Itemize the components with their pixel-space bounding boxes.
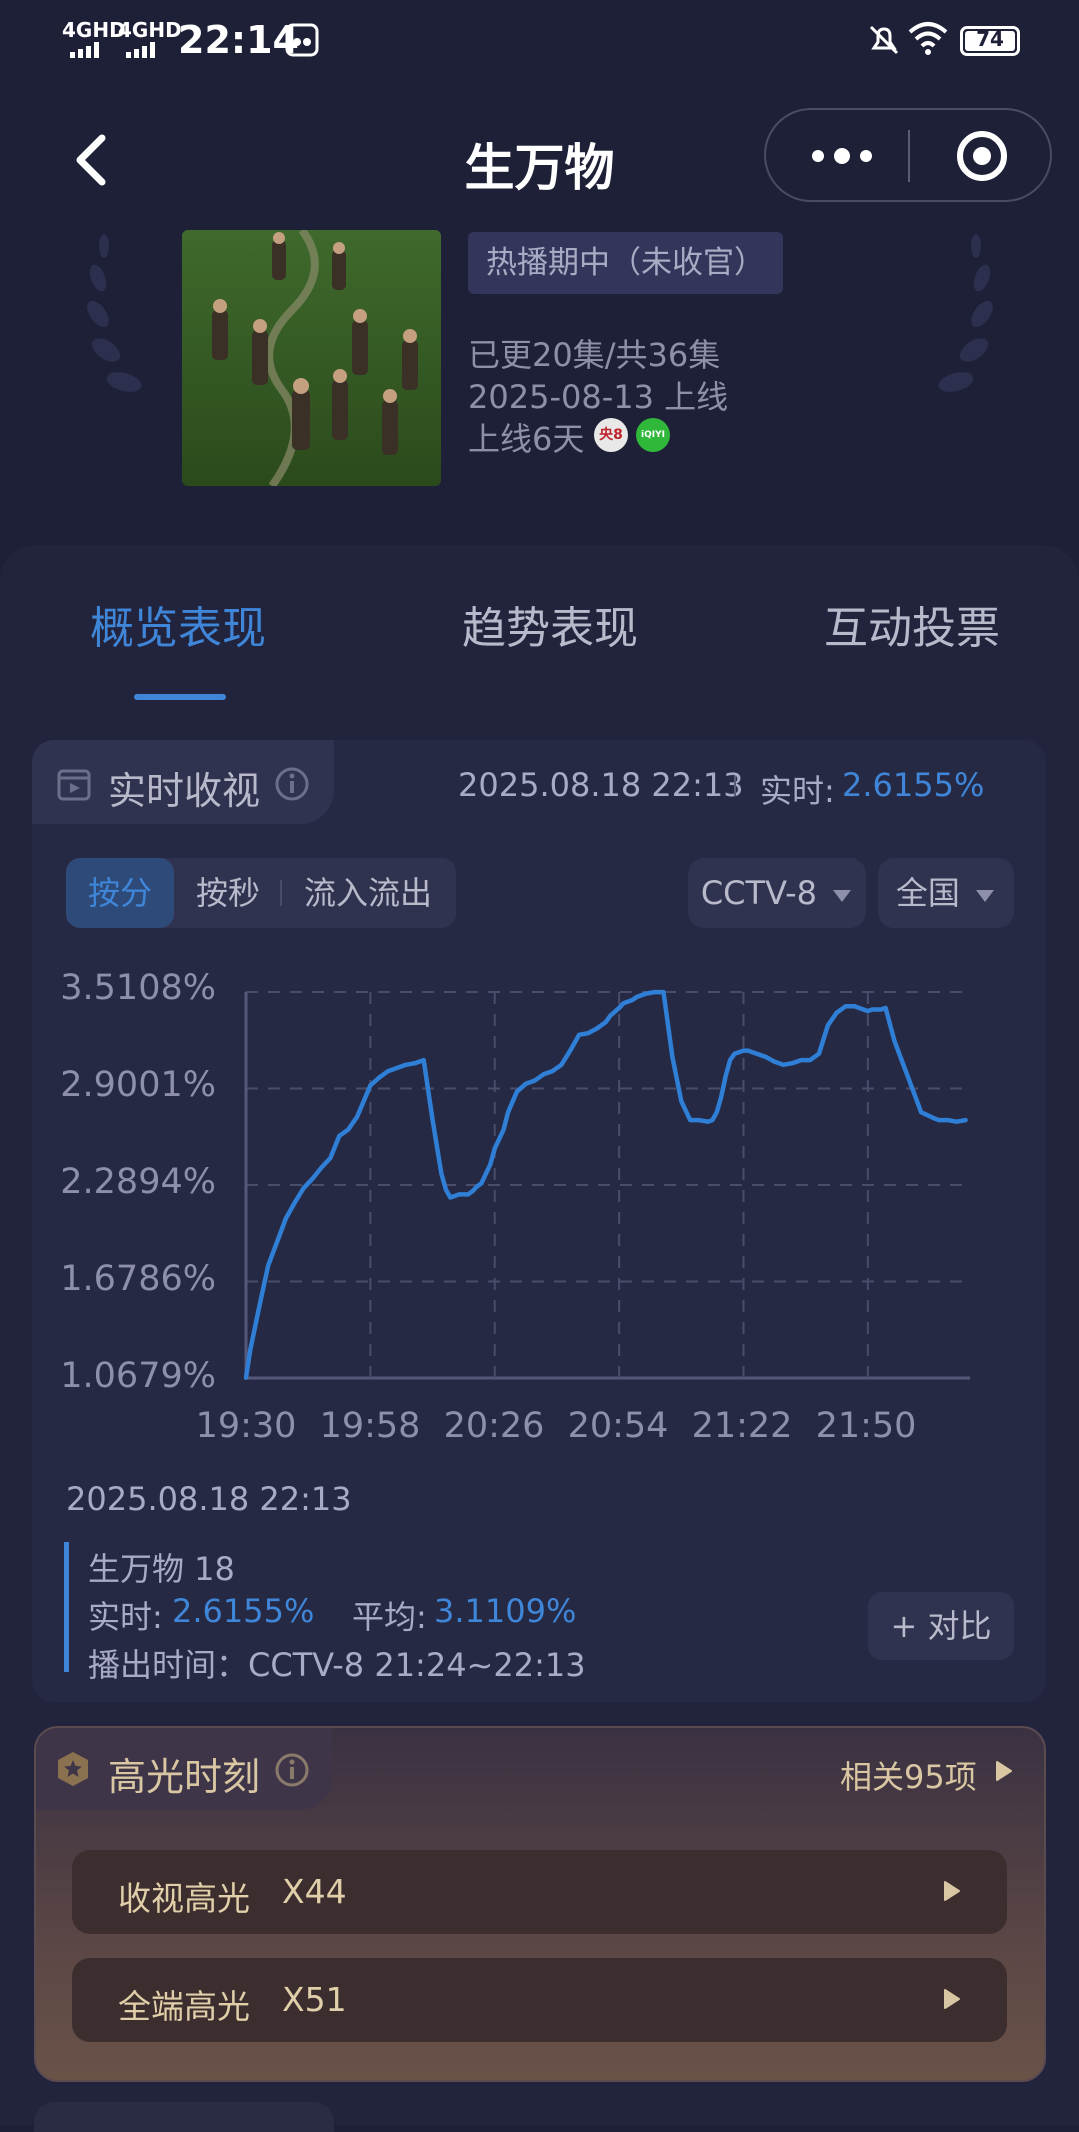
- program-name: 生万物 18: [88, 1550, 235, 1588]
- program-realtime-label: 实时:: [88, 1598, 163, 1636]
- play-arrow-icon: [994, 1760, 1014, 1782]
- highlight-row-all-platforms[interactable]: 全端高光 X51: [72, 1958, 1007, 2042]
- highlights-related-link[interactable]: 相关95项: [840, 1752, 977, 1798]
- program-timestamp: 2025.08.18 22:13: [66, 1480, 352, 1518]
- program-airtime: 播出时间：CCTV-8 21:24~22:13: [88, 1646, 586, 1684]
- compare-button[interactable]: + 对比: [868, 1592, 1014, 1660]
- highlight-row-label: 收视高光: [118, 1879, 250, 1918]
- play-arrow-icon: [942, 1988, 962, 2010]
- program-avg-value: 3.1109%: [434, 1592, 577, 1630]
- program-series-marker: [64, 1542, 69, 1672]
- highlights-title: 高光时刻: [108, 1755, 261, 1799]
- highlight-row-label: 全端高光: [118, 1987, 250, 2026]
- star-badge-icon: [54, 1750, 92, 1788]
- play-arrow-icon: [942, 1880, 962, 1902]
- program-avg-label: 平均:: [352, 1598, 427, 1636]
- info-icon[interactable]: [274, 1752, 310, 1788]
- program-realtime-value: 2.6155%: [172, 1592, 315, 1630]
- next-section-tab: [34, 2102, 334, 2132]
- highlight-row-ratings[interactable]: 收视高光 X44: [72, 1850, 1007, 1934]
- highlight-row-value: X51: [282, 1980, 347, 2019]
- ratings-line-chart[interactable]: [0, 0, 1079, 1450]
- highlight-row-value: X44: [282, 1872, 347, 1911]
